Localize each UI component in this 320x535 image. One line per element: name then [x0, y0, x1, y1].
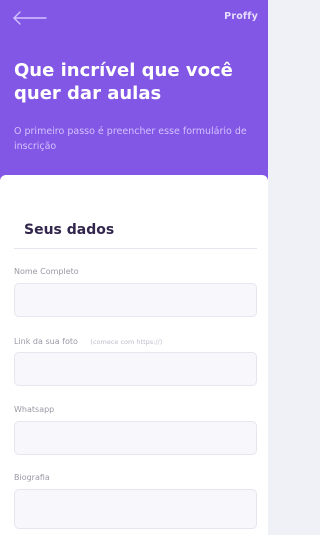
avatar-hint: (comece com https://) — [90, 338, 163, 346]
proffy-logo: Proffy — [224, 11, 258, 22]
page-header: Proffy Que incrível que você quer dar au… — [0, 0, 268, 185]
page-title: Que incrível que você quer dar aulas — [14, 60, 233, 104]
name-label-text: Nome Completo — [14, 267, 79, 276]
back-button[interactable] — [12, 10, 48, 26]
name-input[interactable] — [14, 283, 257, 317]
whatsapp-label: Whatsapp — [14, 405, 54, 414]
whatsapp-input[interactable] — [14, 421, 257, 455]
whatsapp-label-text: Whatsapp — [14, 405, 55, 414]
bio-label: Biografia — [14, 473, 50, 482]
divider — [14, 248, 257, 249]
form-card: Seus dados Nome Completo Link da sua fot… — [0, 175, 268, 535]
avatar-label: Link da sua foto (comece com https://) — [14, 337, 162, 346]
fieldset-title: Seus dados — [24, 222, 115, 238]
arrow-left-icon — [13, 11, 47, 25]
bio-label-text: Biografia — [14, 473, 50, 482]
page-subtitle: O primeiro passo é preencher esse formul… — [14, 126, 247, 152]
name-label: Nome Completo — [14, 267, 79, 276]
avatar-input[interactable] — [14, 352, 257, 386]
avatar-label-text: Link da sua foto — [14, 337, 78, 346]
bio-textarea[interactable] — [14, 489, 257, 529]
